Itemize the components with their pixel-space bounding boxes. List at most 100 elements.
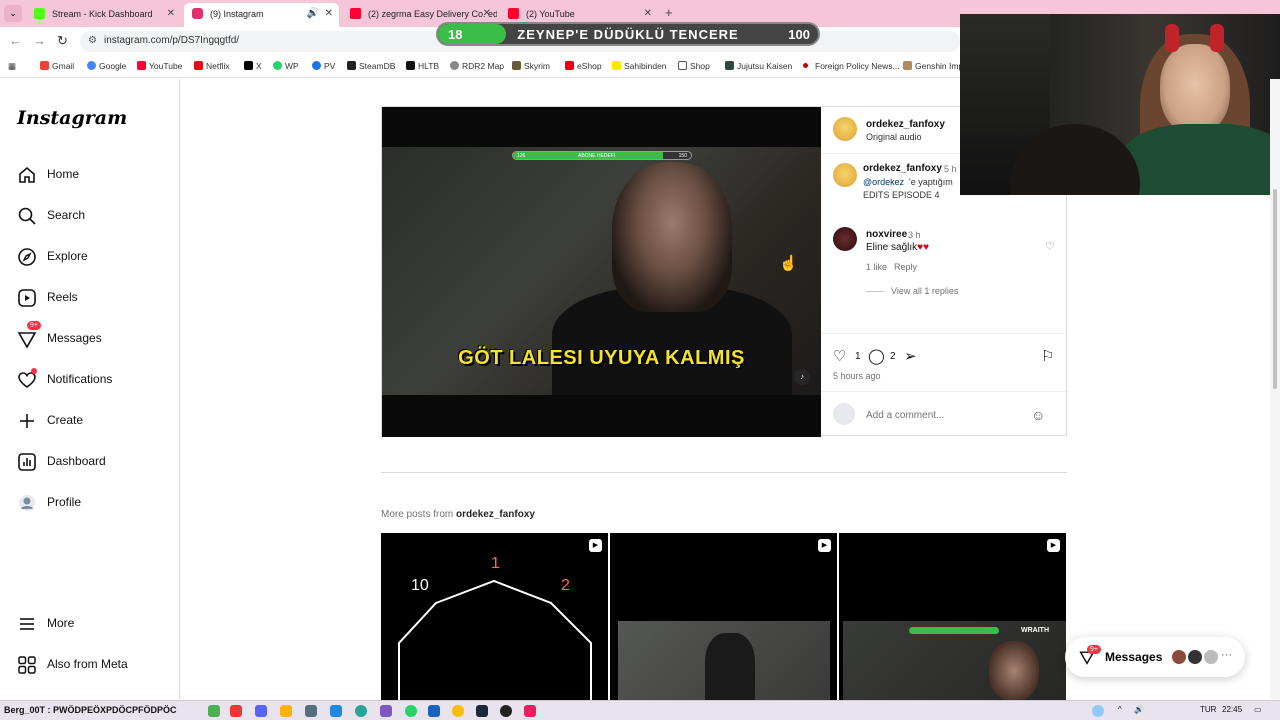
taskbar-app-icon[interactable] [355,705,367,717]
audio-link[interactable]: Original audio [866,132,922,142]
tab-instagram[interactable]: (9) Instagram 🔊 ✕ [184,3,339,27]
brand-text: WRAITH [1021,627,1049,634]
bookmark-shop[interactable]: Shop [678,61,710,71]
bookmark-genshin[interactable]: Genshin Imp [903,61,963,71]
sidebar-item-label: Create [47,413,84,427]
page-scrollbar[interactable] [1270,79,1280,699]
back-icon[interactable]: ← [9,33,22,48]
sidebar-item-also-from-meta[interactable]: Also from Meta [17,653,177,677]
volume-icon[interactable]: 🔊 [1134,705,1144,714]
caption-mention[interactable]: @ordekez [863,177,904,187]
author-avatar[interactable] [833,117,857,141]
bookmark-pv[interactable]: PV [312,61,335,71]
scrollbar-thumb[interactable] [1273,189,1277,389]
chart-icon [18,453,36,471]
sidebar-item-profile[interactable]: Profile [17,491,177,515]
clock[interactable]: 22:45 [1222,705,1242,714]
bookmark-jujutsu[interactable]: Jujutsu Kaisen [725,61,792,71]
reload-icon[interactable]: ↻ [57,33,68,49]
taskbar-app-icon[interactable] [380,705,392,717]
notification-center-icon[interactable]: ▭ [1254,705,1262,714]
comment-icon[interactable]: ◯ [868,347,885,365]
sidebar-item-more[interactable]: More [17,612,177,636]
sidebar-item-reels[interactable]: Reels [17,286,177,310]
antler-headband [1210,24,1224,52]
post-time: 5 hours ago [833,371,881,381]
close-icon[interactable]: ✕ [167,3,175,25]
instagram-logo[interactable]: Instagram [17,107,127,129]
grid-post[interactable]: ▶ [610,533,837,700]
tray-up-icon[interactable]: ^ [1118,705,1122,714]
taskbar-app-icon[interactable] [428,705,440,717]
discord-icon[interactable] [255,705,267,717]
forward-icon[interactable]: → [33,33,46,48]
author-username[interactable]: ordekez_fanfoxy [866,119,945,130]
reel-video[interactable]: 126 ABONE HEDEFİ 150 GÖT LALESI UYUYA KA… [382,107,821,437]
bookmark-x[interactable]: X [244,61,262,71]
more-posts-user[interactable]: ordekez_fanfoxy [456,509,535,520]
sidebar-item-home[interactable]: Home [17,163,177,187]
bookmark-rdr2map[interactable]: RDR2 Map [450,61,504,71]
taskbar-app-icon[interactable] [305,705,317,717]
weather-icon[interactable] [1092,705,1104,717]
site-info-icon[interactable]: ⚙ [88,35,97,46]
close-icon[interactable]: ✕ [325,3,333,25]
tab-kick-dashboard[interactable]: Stream - Kick Dashboard ✕ [26,3,181,27]
bookmark-icon[interactable]: ⚐ [1041,347,1054,365]
like-icon[interactable]: ♡ [833,347,846,365]
bookmark-google[interactable]: Google [87,61,126,71]
commenter-avatar[interactable] [833,227,857,251]
reel-icon: ▶ [818,539,831,552]
view-replies-button[interactable]: View all 1 replies [891,286,958,296]
sidebar-item-notifications[interactable]: Notifications [17,368,177,392]
taskbar-app-icon[interactable] [524,705,536,717]
chrome-icon[interactable] [452,705,464,717]
add-comment-input[interactable]: Add a comment... [866,410,944,421]
bookmark-youtube[interactable]: YouTube [137,61,182,71]
steam-icon[interactable] [476,705,488,717]
grid-post[interactable]: WRAITH ▶ [839,533,1066,700]
bookmark-netflix[interactable]: Netflix [194,61,230,71]
sidebar-item-create[interactable]: Create [17,409,177,433]
sidebar-item-label: Home [47,167,80,181]
emoji-icon[interactable]: ☺ [1031,407,1045,423]
new-tab-button[interactable]: + [665,5,673,20]
sidebar-item-explore[interactable]: Explore [17,245,177,269]
reply-button[interactable]: Reply [894,262,917,272]
taskbar-app-icon[interactable] [208,705,220,717]
whatsapp-icon[interactable] [405,705,417,717]
comment-username[interactable]: noxviree [866,229,907,240]
taskbar: Berg_00T : PWÖDPEÖXPDÖCPFÖDPÖC ^ 🔊 TUR 2… [0,700,1280,720]
bookmark-wp[interactable]: WP [273,61,299,71]
like-comment-icon[interactable]: ♡ [1045,240,1055,253]
commenter-avatar[interactable] [833,163,857,187]
comment-likes[interactable]: 1 like [866,262,887,272]
speaker-icon[interactable]: 🔊 [307,3,319,25]
bookmark-gmail[interactable]: Gmail [40,61,74,71]
grid-number: 2 [561,577,570,594]
messages-float-button[interactable]: 9+ Messages ··· [1065,637,1245,677]
sidebar-item-search[interactable]: Search [17,204,177,228]
bookmark-steamdb[interactable]: SteamDB [347,61,395,71]
bookmark-sahibinden[interactable]: Sahibinden [612,61,667,71]
more-icon[interactable]: ··· [1221,649,1232,661]
bookmark-hltb[interactable]: HLTB [406,61,439,71]
tab-label: Stream - Kick Dashboard [52,9,153,19]
obs-icon[interactable] [500,705,512,717]
taskbar-app-icon[interactable] [230,705,242,717]
taskbar-app-icon[interactable] [330,705,342,717]
like-count[interactable]: 1 [855,351,861,362]
tab-search-button[interactable]: ⌄ [4,5,22,22]
bookmark-skyrim[interactable]: Skyrim [512,61,550,71]
taskbar-app-icon[interactable] [280,705,292,717]
bookmark-foreignpolicy[interactable]: Foreign Policy News... [803,61,900,71]
bookmark-eshop[interactable]: eShop [565,61,602,71]
share-icon[interactable]: ➢ [904,347,917,365]
sidebar-item-dashboard[interactable]: Dashboard [17,450,177,474]
language-indicator[interactable]: TUR [1200,705,1216,714]
sidebar-item-messages[interactable]: 9+ Messages [17,321,177,351]
mute-icon[interactable]: ♪ [794,369,810,385]
caption-username[interactable]: ordekez_fanfoxy [863,163,942,174]
grid-post[interactable]: 10 1 2 ▶ [381,533,608,700]
apps-icon[interactable]: ▦ [8,61,16,72]
